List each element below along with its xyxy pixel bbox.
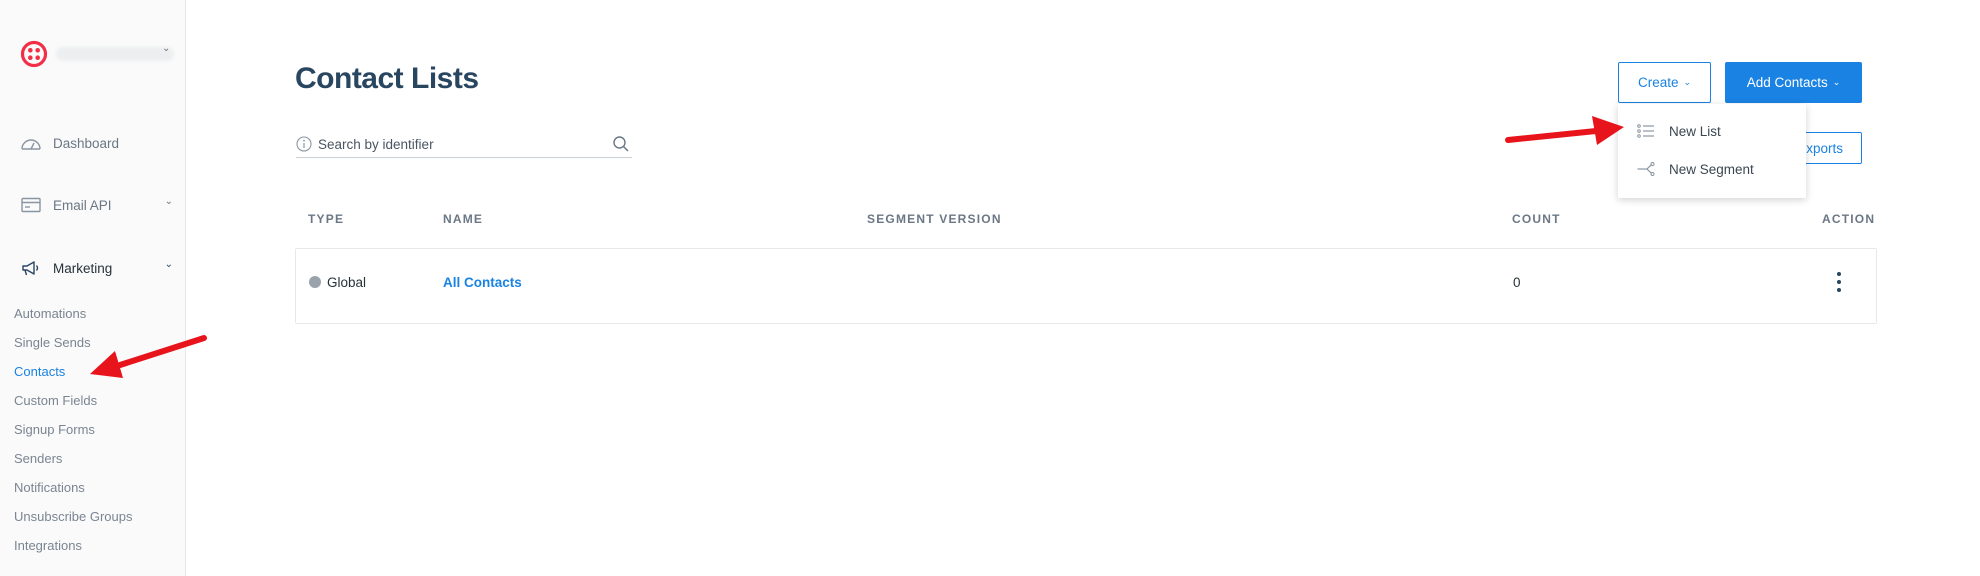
account-switcher[interactable]: ⌄ [20, 40, 175, 68]
search-input[interactable] [318, 134, 598, 154]
chevron-down-icon: ⌄ [164, 259, 173, 270]
create-button[interactable]: Create ⌄ [1618, 62, 1711, 103]
sidebar-item-custom-fields[interactable]: Custom Fields [14, 393, 97, 408]
twilio-logo-icon [20, 40, 48, 68]
add-contacts-button-label: Add Contacts [1746, 75, 1828, 90]
sidebar-item-unsubscribe-groups[interactable]: Unsubscribe Groups [14, 509, 133, 524]
column-header-action: ACTION [1822, 212, 1876, 226]
gauge-icon [20, 134, 42, 152]
chevron-down-icon: ⌄ [1832, 77, 1841, 87]
sidebar-item-senders[interactable]: Senders [14, 451, 62, 466]
sidebar-item-automations[interactable]: Automations [14, 306, 86, 321]
create-button-label: Create [1637, 75, 1679, 90]
create-dropdown-menu: New List New Segment [1618, 104, 1806, 198]
column-header-count[interactable]: COUNT [1512, 212, 1561, 226]
add-contacts-button[interactable]: Add Contacts ⌄ [1725, 62, 1862, 103]
sidebar-item-signup-forms[interactable]: Signup Forms [14, 422, 95, 437]
chevron-down-icon: ⌄ [162, 43, 171, 54]
menu-item-new-segment-label: New Segment [1669, 161, 1754, 177]
nav-dashboard-label: Dashboard [53, 135, 120, 151]
page-title: Contact Lists [295, 62, 479, 95]
table-row: Global All Contacts 0 [295, 248, 1877, 324]
info-icon[interactable] [296, 136, 312, 152]
megaphone-icon [20, 259, 42, 277]
segment-icon [1637, 162, 1655, 176]
email-api-icon [20, 196, 42, 214]
sidebar-item-notifications[interactable]: Notifications [14, 480, 85, 495]
sidebar-item-contacts[interactable]: Contacts [14, 364, 65, 379]
row-type-cell: Global [309, 275, 366, 290]
sidebar: ⌄ Dashboard Email API ⌄ Marketing ⌄ Auto… [0, 0, 186, 576]
chevron-down-icon: ⌄ [1683, 77, 1692, 87]
sidebar-item-single-sends[interactable]: Single Sends [14, 335, 91, 350]
column-header-segment-version: SEGMENT VERSION [867, 212, 1002, 226]
nav-marketing[interactable]: Marketing ⌄ [20, 256, 180, 280]
nav-email-api-label: Email API [53, 197, 112, 213]
global-type-dot-icon [309, 276, 321, 288]
account-name-redacted [56, 47, 174, 61]
list-icon [1637, 124, 1655, 138]
sidebar-item-integrations[interactable]: Integrations [14, 538, 82, 553]
menu-item-new-list[interactable]: New List [1618, 114, 1806, 148]
chevron-down-icon: ⌄ [164, 196, 173, 207]
column-header-type[interactable]: TYPE [308, 212, 344, 226]
exports-button-label: xports [1806, 140, 1843, 156]
row-count: 0 [1513, 275, 1521, 290]
column-header-name[interactable]: NAME [443, 212, 483, 226]
search-icon[interactable] [612, 135, 630, 153]
nav-marketing-label: Marketing [53, 260, 113, 276]
annotation-arrow-icon [1505, 116, 1624, 145]
menu-item-new-segment[interactable]: New Segment [1618, 152, 1806, 186]
nav-dashboard[interactable]: Dashboard [20, 131, 180, 155]
row-actions-kebab-icon[interactable] [1834, 269, 1844, 295]
nav-email-api[interactable]: Email API ⌄ [20, 193, 180, 217]
search-bar [296, 132, 632, 158]
list-name-link[interactable]: All Contacts [443, 275, 522, 290]
menu-item-new-list-label: New List [1669, 123, 1721, 139]
row-type-label: Global [327, 275, 367, 290]
